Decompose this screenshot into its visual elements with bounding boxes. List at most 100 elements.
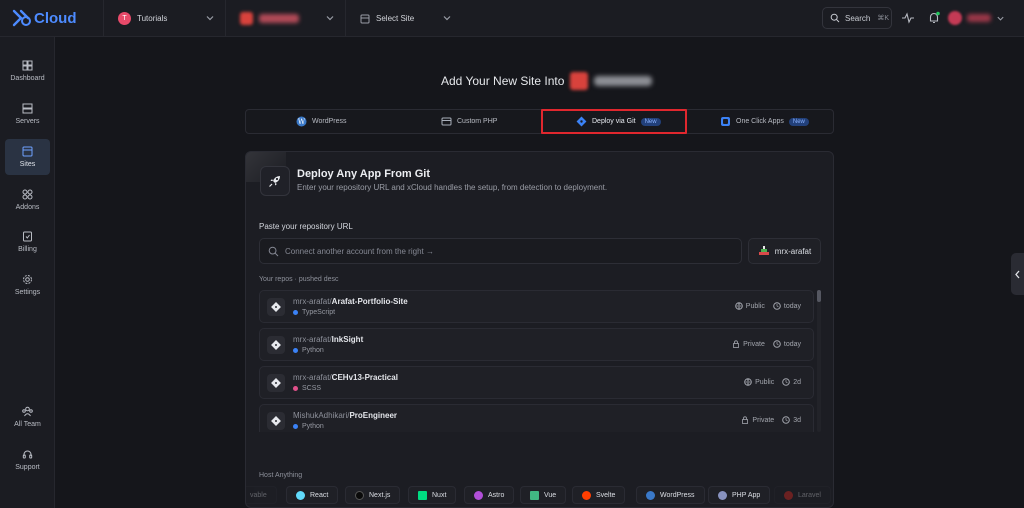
tab-one-click-apps[interactable]: One Click Apps New (720, 110, 809, 133)
sidebar-item-label: All Team (14, 421, 41, 428)
account-name: mrx-arafat (774, 246, 812, 256)
repo-list-scrollbar[interactable] (817, 290, 821, 432)
site-icon (360, 14, 370, 23)
account-button[interactable]: mrx-arafat (748, 238, 821, 264)
lock-icon (742, 416, 749, 424)
search-label: Search (845, 13, 871, 23)
sidebar-item-billing[interactable]: Billing (5, 224, 50, 260)
rocket-badge (260, 166, 290, 196)
framework-chip-nuxt[interactable]: Nuxt (408, 486, 457, 504)
bell-icon[interactable] (927, 11, 941, 25)
billing-icon (23, 231, 32, 242)
page-title-text: Add Your New Site Into (441, 74, 565, 88)
sidebar-item-addons[interactable]: Addons (5, 182, 50, 218)
server-name-blurred (259, 14, 299, 23)
react-icon (296, 490, 305, 500)
search-button[interactable]: Search ⌘K (822, 7, 892, 29)
sidebar-item-label: Support (15, 464, 40, 471)
host-anything-label: Host Anything (259, 472, 303, 479)
repo-name: mrx-arafat/CEHv13-Practical (293, 373, 398, 382)
framework-chip-vue[interactable]: Vue (520, 486, 567, 504)
chevron-down-icon (997, 16, 1004, 21)
search-icon (830, 13, 840, 23)
framework-chip-laravel[interactable]: Laravel (774, 486, 831, 504)
site-name: Select Site (376, 14, 415, 23)
tab-wordpress[interactable]: W WordPress (296, 110, 347, 133)
repo-meta: Public today (734, 302, 801, 310)
framework-chip[interactable]: vable (246, 486, 277, 504)
dashboard-icon (22, 60, 33, 71)
tab-custom-php[interactable]: Custom PHP (441, 110, 497, 133)
team-name: Tutorials (137, 14, 168, 23)
clock-icon (782, 378, 791, 386)
sidebar-item-label: Billing (18, 246, 37, 253)
user-menu[interactable] (948, 7, 1008, 29)
sidebar-item-sites[interactable]: Sites (5, 139, 50, 175)
activity-icon[interactable] (901, 11, 915, 25)
sidebar-item-label: Sites (19, 161, 36, 168)
repo-row[interactable]: mrx-arafat/InkSight Python Private today (259, 328, 814, 361)
wordpress-icon (646, 490, 655, 500)
repo-row[interactable]: mrx-arafat/CEHv13-Practical SCSS Public … (259, 366, 814, 399)
repo-language: TypeScript (293, 309, 335, 316)
sidebar-item-all-team[interactable]: All Team (5, 399, 50, 435)
framework-chip-php-app[interactable]: PHP App (708, 486, 771, 504)
nuxt-icon (418, 490, 427, 500)
server-selector[interactable] (225, 0, 345, 37)
repo-url-input[interactable]: Connect another account from the right → (259, 238, 742, 264)
browser-icon (22, 146, 33, 157)
tab-label: WordPress (312, 118, 347, 125)
framework-chip-nextjs[interactable]: Next.js (345, 486, 401, 504)
globe-icon (734, 302, 743, 310)
repo-name: mrx-arafat/Arafat-Portfolio-Site (293, 297, 408, 306)
git-icon (267, 412, 285, 430)
deploy-card: Deploy Any App From Git Enter your repos… (245, 151, 834, 508)
avatar (948, 11, 962, 25)
repos-label: Your repos · pushed desc (259, 276, 339, 283)
repo-row[interactable]: mrx-arafat/Arafat-Portfolio-Site TypeScr… (259, 290, 814, 323)
php-icon (441, 117, 452, 126)
repo-language: SCSS (293, 385, 321, 392)
site-selector[interactable]: Select Site (345, 0, 462, 37)
headset-icon (22, 450, 33, 459)
sidebar-item-label: Settings (14, 289, 41, 296)
repo-list[interactable]: mrx-arafat/Arafat-Portfolio-Site TypeScr… (259, 290, 825, 432)
repo-meta: Private today (732, 340, 801, 348)
repo-row[interactable]: MishukAdhikari/ProEngineer Python Privat… (259, 404, 814, 432)
team-icon (22, 406, 33, 417)
card-title: Deploy Any App From Git (297, 168, 431, 180)
nextjs-icon (355, 490, 364, 500)
lock-icon (733, 340, 739, 348)
framework-chip-react[interactable]: React (286, 486, 339, 504)
sidebar-item-settings[interactable]: Settings (5, 267, 50, 303)
scroll-thumb[interactable] (817, 290, 821, 302)
chevron-down-icon (326, 16, 334, 21)
framework-chip-astro[interactable]: Astro (464, 486, 515, 504)
php-icon (718, 490, 727, 500)
sidebar-item-servers[interactable]: Servers (5, 96, 50, 132)
framework-chip-svelte[interactable]: Svelte (572, 486, 626, 504)
repo-meta: Public 2d (744, 378, 801, 386)
wordpress-icon: W (296, 116, 307, 127)
sidebar-item-label: Servers (15, 118, 40, 125)
git-icon (267, 336, 285, 354)
framework-chip-wordpress[interactable]: WordPress (636, 486, 705, 504)
addons-icon (22, 189, 33, 200)
tab-label: Custom PHP (457, 118, 498, 125)
svelte-icon (582, 490, 591, 500)
server-icon (570, 72, 589, 90)
sidebar-item-support[interactable]: Support (5, 442, 50, 478)
sidebar-item-label: Dashboard (10, 75, 45, 82)
globe-icon (744, 378, 752, 386)
repo-language: Python (293, 347, 324, 354)
apps-icon (721, 117, 730, 126)
clock-icon (773, 302, 781, 310)
sidebar-item-dashboard[interactable]: Dashboard (5, 53, 50, 89)
repo-url-label: Paste your repository URL (259, 222, 353, 231)
repo-language: Python (293, 423, 324, 430)
chevron-down-icon (206, 16, 214, 21)
astro-icon (474, 490, 483, 500)
collapse-panel-button[interactable] (1011, 253, 1024, 295)
team-selector[interactable]: T Tutorials (103, 0, 225, 37)
brand-logo[interactable]: Cloud (12, 9, 77, 27)
